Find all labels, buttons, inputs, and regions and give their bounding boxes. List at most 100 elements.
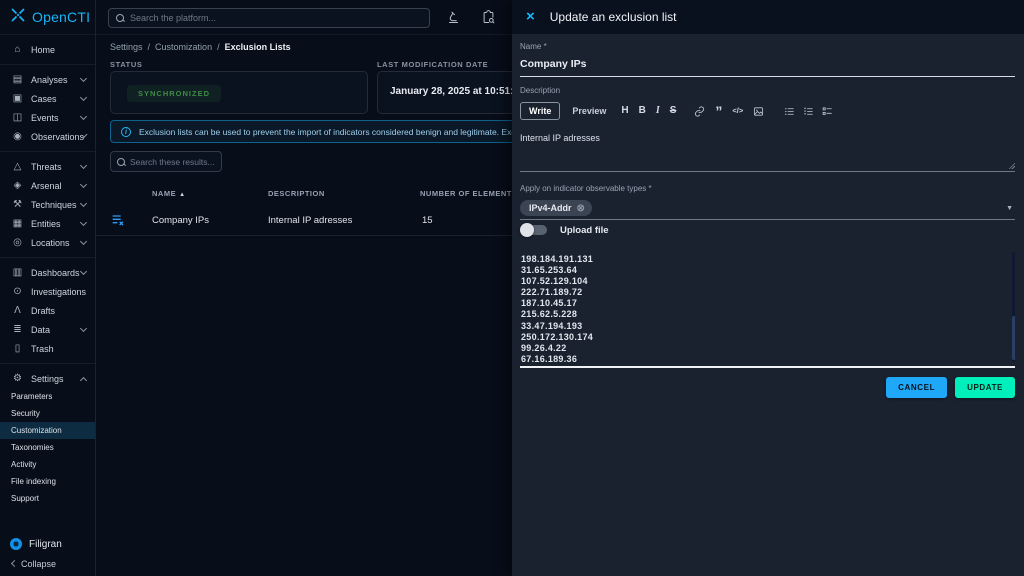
subitem-label: Security [11,409,40,418]
upload-file-toggle[interactable] [523,225,547,235]
sidebar-item-events[interactable]: ◫ Events [0,108,95,127]
filigran-brand[interactable]: Filigran [0,533,95,555]
sidebar-item-dashboards[interactable]: ▥ Dashboards [0,263,95,282]
sidebar-item-threats[interactable]: △ Threats [0,157,95,176]
chevron-down-icon[interactable]: ▼ [1006,205,1013,212]
image-icon[interactable] [753,106,764,117]
sidebar-item-label: Analyses [31,75,68,85]
breadcrumb-separator: / [217,42,220,52]
exclusion-values-textarea[interactable]: 198.184.191.131 31.65.253.64 107.52.129.… [520,250,1015,368]
chevron-left-icon [11,560,18,567]
sidebar-subitem-security[interactable]: Security [0,405,95,422]
update-button[interactable]: UPDATE [955,377,1015,398]
sidebar-subitem-taxonomies[interactable]: Taxonomies [0,439,95,456]
sidebar-item-label: Arsenal [31,181,62,191]
gear-icon: ⚙ [11,374,24,384]
close-icon[interactable]: × [526,10,535,24]
breadcrumb-settings[interactable]: Settings [110,42,143,52]
sidebar-item-label: Techniques [31,200,77,210]
microscope-icon[interactable] [446,10,461,25]
sidebar-item-entities[interactable]: ▦ Entities [0,214,95,233]
observable-types-select[interactable]: IPv4-Addr ⊗ ▼ [520,198,1015,220]
bold-button[interactable]: B [639,105,646,117]
heading-button[interactable]: H [621,105,628,117]
quote-icon[interactable]: ” [715,107,722,115]
sidebar-subitem-activity[interactable]: Activity [0,456,95,473]
upload-file-label: Upload file [560,225,609,236]
link-icon[interactable] [694,106,705,117]
filigran-logo-icon [10,538,22,550]
sidebar-item-settings[interactable]: ⚙ Settings [0,369,95,388]
sidebar-item-arsenal[interactable]: ◈ Arsenal [0,176,95,195]
subitem-label: File indexing [11,477,56,486]
sidebar-item-label: Observations [31,132,84,142]
tab-write[interactable]: Write [520,102,560,120]
platform-search[interactable] [108,8,430,28]
threats-icon: △ [11,162,24,172]
sidebar-subitem-customization[interactable]: Customization [0,422,95,439]
divider [0,151,95,152]
sidebar-item-home[interactable]: ⌂ Home [0,40,95,59]
chevron-down-icon [80,238,87,245]
sidebar-item-drafts[interactable]: Λ Drafts [0,301,95,320]
clipboard-search-icon[interactable] [481,10,496,25]
column-header-description[interactable]: DESCRIPTION [268,189,325,198]
description-textarea[interactable]: Internal IP adresses [520,124,1015,172]
sidebar-subitem-parameters[interactable]: Parameters [0,388,95,405]
sidebar-item-label: Threats [31,162,62,172]
column-header-name[interactable]: NAME▲ [152,189,186,198]
chip-delete-icon[interactable]: ⊗ [577,204,585,213]
scrollbar[interactable] [1012,252,1015,362]
results-search[interactable] [110,151,222,172]
scrollbar-thumb[interactable] [1012,316,1015,360]
chevron-up-icon [80,376,87,383]
sidebar-footer: Filigran Collapse [0,533,95,572]
sidebar-nav: ⌂ Home ▤ Analyses ▣ Cases ◫ Events ◉ O [0,35,95,507]
column-label: NAME [152,189,176,198]
sidebar-item-trash[interactable]: ▯ Trash [0,339,95,358]
subitem-label: Support [11,494,39,503]
search-input[interactable] [130,13,422,23]
sidebar-item-cases[interactable]: ▣ Cases [0,89,95,108]
sidebar-item-techniques[interactable]: ⚒ Techniques [0,195,95,214]
sidebar-item-observations[interactable]: ◉ Observations [0,127,95,146]
results-search-input[interactable] [130,157,215,167]
ipv4-addr-chip[interactable]: IPv4-Addr ⊗ [520,200,592,216]
sidebar: OpenCTI ⌂ Home ▤ Analyses ▣ Cases ◫ Even… [0,0,96,576]
sidebar-item-data[interactable]: ≣ Data [0,320,95,339]
opencti-logo[interactable]: OpenCTI [0,0,95,35]
chevron-down-icon [80,268,87,275]
dashboards-icon: ▥ [11,268,24,278]
entities-icon: ▦ [11,219,24,229]
ip-value: 198.184.191.131 [521,254,1015,265]
tab-preview[interactable]: Preview [572,106,606,116]
collapse-button[interactable]: Collapse [0,555,95,572]
arsenal-icon: ◈ [11,181,24,191]
chevron-down-icon [80,75,87,82]
sidebar-subitem-support[interactable]: Support [0,490,95,507]
name-input[interactable] [520,58,1015,77]
sidebar-item-locations[interactable]: ◎ Locations [0,233,95,252]
drawer-header: × Update an exclusion list [512,0,1024,34]
markdown-toolbar: Write Preview H B I S ” </> [520,99,1015,123]
trash-icon: ▯ [11,344,24,354]
home-icon: ⌂ [11,45,24,55]
breadcrumb-customization[interactable]: Customization [155,42,212,52]
sidebar-item-analyses[interactable]: ▤ Analyses [0,70,95,89]
strikethrough-button[interactable]: S [670,105,677,117]
observable-types-field: Apply on indicator observable types * IP… [520,184,1015,220]
sidebar-item-investigations[interactable]: ⊙ Investigations [0,282,95,301]
resize-handle-icon[interactable] [1008,162,1015,169]
bulleted-list-icon[interactable] [784,106,795,117]
observations-icon: ◉ [11,132,24,142]
subitem-label: Parameters [11,392,52,401]
column-header-elements[interactable]: NUMBER OF ELEMENTS [420,189,517,198]
ip-value: 107.52.129.104 [521,276,1015,287]
checklist-icon[interactable] [822,106,833,117]
sidebar-subitem-file-indexing[interactable]: File indexing [0,473,95,490]
cancel-button[interactable]: CANCEL [886,377,947,398]
numbered-list-icon[interactable] [803,106,814,117]
italic-button[interactable]: I [656,105,660,117]
data-icon: ≣ [11,325,24,335]
code-icon[interactable]: </> [732,105,743,117]
